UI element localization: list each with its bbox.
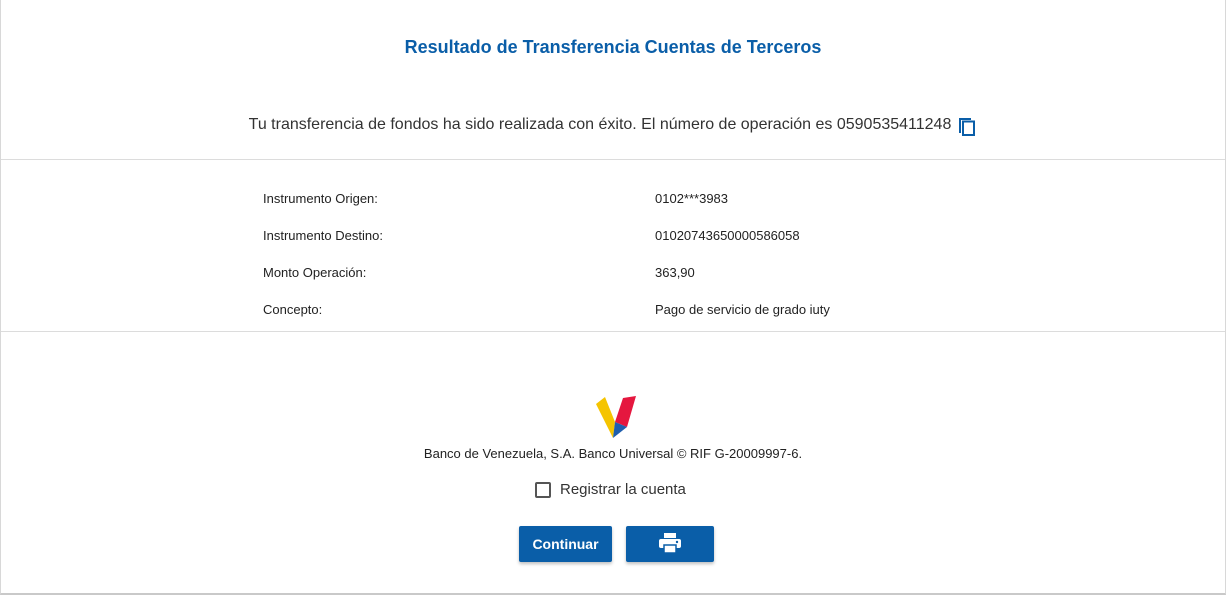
checkbox-box[interactable] (535, 481, 551, 498)
divider-top (1, 159, 1225, 160)
success-message: Tu transferencia de fondos ha sido reali… (1, 114, 1225, 136)
detail-value-destination: 01020743650000586058 (655, 228, 800, 243)
divider-bottom (1, 331, 1225, 332)
bank-footer-text: Banco de Venezuela, S.A. Banco Universal… (423, 446, 803, 461)
register-account-checkbox[interactable]: Registrar la cuenta (535, 481, 686, 498)
detail-label-amount: Monto Operación: (263, 265, 367, 280)
copy-icon[interactable] (957, 114, 977, 136)
printer-icon (659, 532, 681, 556)
register-account-label: Registrar la cuenta (560, 481, 686, 498)
detail-label-origin: Instrumento Origen: (263, 191, 378, 206)
transfer-result-page: Resultado de Transferencia Cuentas de Te… (0, 0, 1226, 595)
detail-value-origin: 0102***3983 (655, 191, 729, 206)
continue-button[interactable]: Continuar (519, 526, 612, 562)
detail-label-concept: Concepto: (263, 302, 323, 317)
detail-value-amount: 363,90 (655, 265, 695, 280)
detail-value-concept: Pago de servicio de grado iuty (655, 302, 830, 317)
page-title: Resultado de Transferencia Cuentas de Te… (404, 37, 822, 57)
success-message-text: Tu transferencia de fondos ha sido reali… (248, 116, 952, 133)
print-button[interactable] (626, 526, 714, 562)
bank-logo (595, 394, 637, 440)
detail-label-destination: Instrumento Destino: (263, 228, 383, 243)
